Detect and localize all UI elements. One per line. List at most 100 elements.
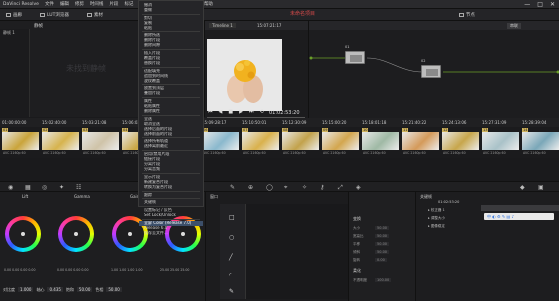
blur-icon[interactable]: ✧ [302,184,307,191]
header-timecode: 15:24:13:06 [442,120,467,125]
keyframes-timecode: 01:02:53:20 [438,200,460,204]
clip-thumbnail-image [362,132,399,150]
node-1[interactable] [345,51,365,64]
polygon-window-icon[interactable]: ◜ [229,272,231,279]
saturation-field[interactable]: 50.00 [76,287,93,292]
prop-field-pan[interactable]: 50.00 [375,242,390,246]
gallery-button[interactable]: 画廊 [3,11,25,19]
clip-thumbnail[interactable]: 10 AVC 2160p 60 [362,128,399,157]
clip-thumbnail[interactable]: 14 AVC 2160p 60 [522,128,559,157]
gallery-album-item[interactable]: 静帧 1 [0,29,29,37]
clip-thumbnail[interactable]: 11 AVC 2160p 60 [402,128,439,157]
loop-icon[interactable]: ⟲ [259,109,263,115]
lift-wheel-handle[interactable] [21,232,25,236]
clip-thumbnail[interactable]: 06 AVC 2160p 60 [202,128,239,157]
scopes-icon[interactable]: ▣ [538,184,544,191]
clip-thumbnail[interactable]: 09 AVC 2160p 60 [322,128,359,157]
clip-thumbnail[interactable]: 07 AVC 2160p 60 [242,128,279,157]
dropdown-menu-item[interactable]: 关键帧 [139,200,203,205]
dropdown-menu-item[interactable]: 选择前面的片段 [139,132,203,137]
dropdown-menu-item[interactable]: 重做 [139,8,203,13]
sizing-icon[interactable]: ⤢ [338,184,343,192]
clip-thumbnail[interactable]: 13 AVC 2160p 60 [482,128,519,157]
clip-thumbnail[interactable]: 01 AVC 2160p 60 [2,128,39,157]
prop-field-aspect[interactable]: 50.00 [375,234,390,238]
skip-end-icon[interactable]: ⏭ [249,109,254,115]
node-2[interactable] [421,65,441,78]
lift-wheel[interactable] [5,216,41,252]
play-icon[interactable]: ▶ [239,109,243,115]
dropdown-menu-item[interactable]: 转换为复合片段 [139,185,203,190]
qualifier-icon[interactable]: ⊕ [248,184,253,191]
gain-wheel-handle[interactable] [128,232,132,236]
gradient-window-icon[interactable]: ✎ [229,288,234,295]
keyframe-row-corrector[interactable]: ▸ 校正器 1 [428,208,445,213]
menu-item-0[interactable]: DaVinci Resolve [3,2,39,7]
dropdown-menu-item[interactable]: 波纹覆盖 [139,79,203,84]
pivot-field[interactable]: 0.435 [47,287,63,292]
menu-item-1[interactable]: 文件 [45,1,54,7]
prop-field-tilt[interactable]: 50.00 [375,250,390,254]
curves-icon[interactable]: ✎ [230,184,235,191]
menu-item-4[interactable]: 时间线 [90,1,104,7]
step-back-icon[interactable]: ◀ [219,109,223,115]
camera-raw-icon[interactable]: ◉ [8,184,13,191]
close-button[interactable]: ✕ [550,1,555,8]
gamma-wheel[interactable] [58,216,94,252]
prop-field-opacity[interactable]: 100.00 [375,278,392,282]
dropdown-menu-item[interactable]: 跟踪 [139,193,203,198]
ime-toolbar[interactable]: 中 ◐ ⚙ ✎ ▤ ♪ [484,213,554,220]
prop-field-rotate[interactable]: 0.00 [375,258,387,262]
3d-icon[interactable]: ◈ [356,184,361,191]
node-label-1: 01 [345,45,350,49]
keyframe-row-sizing[interactable]: ▸ 调整大小 [428,216,445,221]
tracker-icon[interactable]: ⌖ [284,184,287,192]
stop-icon[interactable]: ■ [228,109,233,115]
linear-window-icon[interactable]: ╱ [229,254,233,261]
window-icon[interactable]: ◯ [266,184,273,191]
nodes-toggle-button[interactable]: 节点 [456,11,478,19]
lut-browser-button[interactable]: LUT浏览器 [37,11,72,19]
menu-item-2[interactable]: 编辑 [60,1,69,7]
dropdown-menu-item[interactable]: 粘贴 [139,26,203,31]
clip-thumbnail[interactable]: 12 AVC 2160p 60 [442,128,479,157]
timeline-selector[interactable]: Timeline 1 [209,23,236,28]
keyframe-row-stabilize[interactable]: ▸ 图像稳定 [428,224,445,229]
keyframes-ruler[interactable] [481,205,559,211]
clip-thumbnail[interactable]: 02 AVC 2160p 60 [42,128,79,157]
dropdown-menu-item[interactable]: 删除属性 [139,109,203,114]
minimize-button[interactable]: — [524,1,530,8]
rectangle-window-icon[interactable]: □ [229,214,235,221]
clip-thumbnail[interactable]: 08 AVC 2160p 60 [282,128,319,157]
dropdown-menu-item[interactable]: 删除间隙 [139,43,203,48]
motion-effects-icon[interactable]: ☷ [76,184,81,191]
menu-item-11[interactable]: 帮助 [204,1,213,7]
clip-thumbnail[interactable]: 03 AVC 2160p 60 [82,128,119,157]
dropdown-menu-item[interactable]: 选择离前最近 [139,144,203,149]
hue-field[interactable]: 50.00 [106,287,122,292]
dropdown-menu-item[interactable]: 保存至文件... [139,231,203,236]
prop-field-size[interactable]: 50.00 [375,226,390,230]
skip-start-icon[interactable]: ⏮ [208,109,213,115]
menu-item-3[interactable]: 修剪 [75,1,84,7]
dropdown-menu-item[interactable]: 分离音频 [139,167,203,172]
gamma-wheel-handle[interactable] [74,232,78,236]
menu-item-5[interactable]: 片段 [109,1,118,7]
media-button[interactable]: 素材 [84,11,106,19]
maximize-button[interactable]: □ [537,1,543,8]
rgb-mixer-icon[interactable]: ✦ [59,184,64,191]
color-match-icon[interactable]: ▦ [25,184,31,191]
node-mode-selector[interactable]: 串联 [507,23,521,29]
pivot-label: 轴心 [36,286,45,292]
contrast-field[interactable]: 1.000 [18,287,34,292]
dropdown-menu-item[interactable]: 替换片段 [139,61,203,66]
dropdown-menu-item[interactable]: Set Lock/Unlock [139,213,203,218]
menu-item-6[interactable]: 标记 [124,1,133,7]
dropdown-menu-item[interactable]: 叠加片段 [139,91,203,96]
key-icon[interactable]: ⚷ [320,184,324,191]
keyframes-icon[interactable]: ◆ [520,184,525,191]
circle-window-icon[interactable]: ○ [229,234,234,241]
menu-separator [142,219,200,221]
color-wheels-icon[interactable]: ◎ [42,184,47,191]
window-canvas[interactable] [246,204,349,299]
